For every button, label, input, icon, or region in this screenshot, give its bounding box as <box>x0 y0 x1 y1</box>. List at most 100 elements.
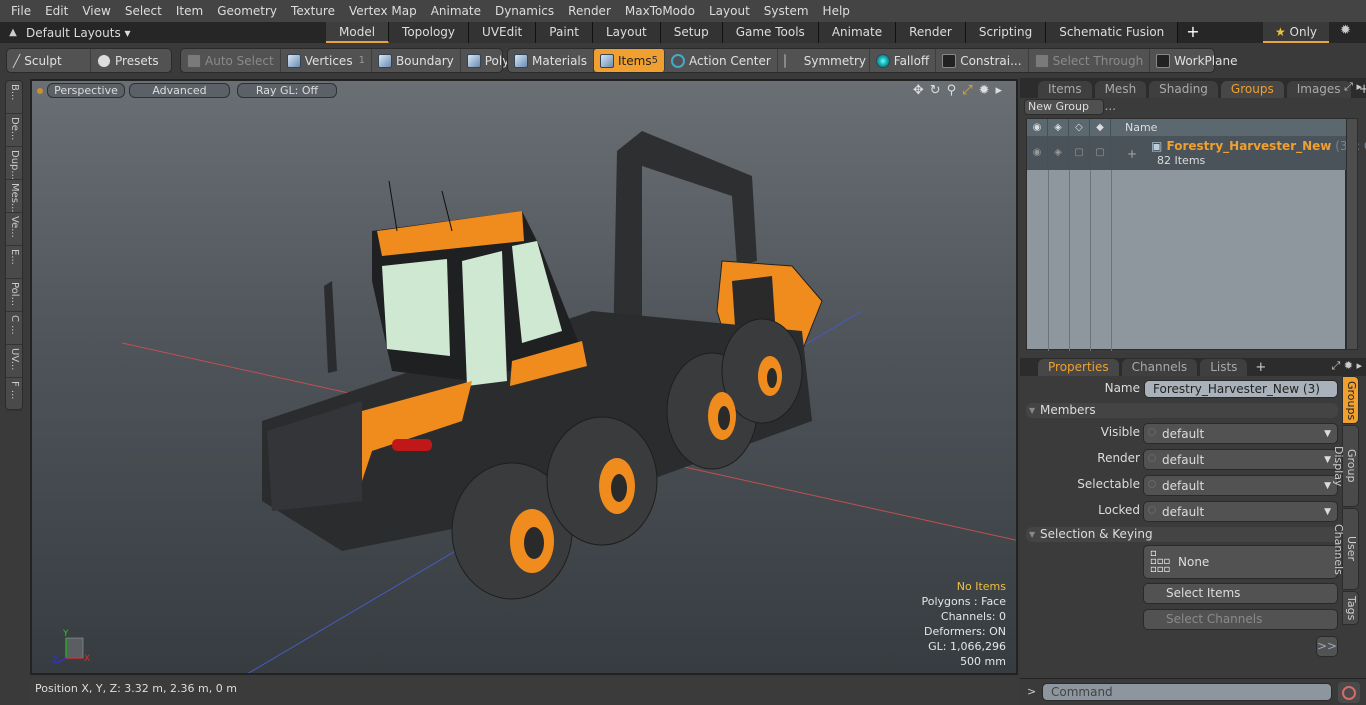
render-dropdown[interactable]: default ▼ <box>1143 449 1338 470</box>
strip-tab[interactable]: UV... <box>6 345 22 378</box>
move-view-icon[interactable]: ✥ <box>913 83 924 98</box>
3d-viewport[interactable]: -X Y X Z Perspective Advanced Ray GL: Of… <box>30 79 1018 675</box>
strip-tab[interactable]: Dup... <box>6 147 22 180</box>
rotate-view-icon[interactable]: ↻ <box>930 83 941 98</box>
default-layouts-dropdown[interactable]: Default Layouts ▾ <box>26 26 326 40</box>
row-visibility-icon[interactable]: ◉ <box>1027 136 1048 170</box>
sculpt-button[interactable]: ╱ Sculpt <box>7 49 91 72</box>
tab-setup[interactable]: Setup <box>660 22 723 43</box>
action-center-button[interactable]: Action Center <box>665 49 778 72</box>
menu-vertex-map[interactable]: Vertex Map <box>342 4 424 18</box>
tab-layout[interactable]: Layout <box>592 22 661 43</box>
presets-button[interactable]: Presets <box>91 49 165 72</box>
gear-icon[interactable]: ✹ <box>1340 23 1351 38</box>
panel-expand-icon[interactable]: ⤢ ▸ <box>1344 80 1362 94</box>
materials-button[interactable]: Materials <box>508 49 595 72</box>
maximize-icon[interactable]: ⤢ <box>962 83 972 98</box>
side-tab-groups[interactable]: Groups <box>1342 376 1359 424</box>
tab-paint[interactable]: Paint <box>536 22 593 43</box>
row-select-checkbox[interactable]: ▢ <box>1069 136 1090 170</box>
side-tab-user-channels[interactable]: User Channels <box>1332 508 1359 590</box>
add-properties-tab[interactable]: + <box>1250 359 1271 376</box>
viewport-gear-icon[interactable]: ✹ <box>979 83 990 98</box>
strip-tab[interactable]: B... <box>6 81 22 114</box>
row-lock-checkbox[interactable]: ▢ <box>1090 136 1111 170</box>
new-group-button[interactable]: New Group <box>1024 99 1104 115</box>
menu-item[interactable]: Item <box>169 4 210 18</box>
menu-view[interactable]: View <box>75 4 117 18</box>
lock-cube-icon[interactable]: ◆ <box>1090 119 1111 136</box>
select-through-button[interactable]: Select Through <box>1029 49 1151 72</box>
zoom-view-icon[interactable]: ⚲ <box>947 83 957 98</box>
tab-images[interactable]: Images <box>1286 81 1351 98</box>
select-channels-button[interactable]: Select Channels <box>1143 609 1338 630</box>
tab-channels[interactable]: Channels <box>1121 359 1198 376</box>
falloff-button[interactable]: Falloff <box>870 49 937 72</box>
selectable-dropdown[interactable]: default ▼ <box>1143 475 1338 496</box>
workplane-button[interactable]: WorkPlane <box>1150 49 1243 72</box>
tab-game-tools[interactable]: Game Tools <box>722 22 819 43</box>
group-row[interactable]: ◉ ◈ ▢ ▢ + ▣ Forestry_Harvester_New (3) :… <box>1027 136 1366 170</box>
selection-keying-section[interactable]: Selection & Keying <box>1026 527 1338 542</box>
menu-maxtomodo[interactable]: MaxToModo <box>618 4 702 18</box>
locked-dropdown[interactable]: default ▼ <box>1143 501 1338 522</box>
menu-edit[interactable]: Edit <box>38 4 75 18</box>
record-macro-icon[interactable] <box>1338 682 1360 703</box>
more-button[interactable]: >> <box>1316 636 1338 657</box>
strip-tab[interactable]: Pol... <box>6 279 22 312</box>
menu-system[interactable]: System <box>757 4 816 18</box>
strip-tab[interactable]: C ... <box>6 312 22 345</box>
tab-shading[interactable]: Shading <box>1149 81 1218 98</box>
none-button[interactable]: ▫ ▫▫▫ ▫▫▫ None <box>1143 545 1338 579</box>
add-tab-button[interactable]: + <box>1178 22 1207 43</box>
properties-gear-icon[interactable]: ⤢ ✹ ▸ <box>1331 359 1362 373</box>
side-tab-group-display[interactable]: Group Display <box>1332 425 1359 507</box>
select-items-button[interactable]: Select Items <box>1143 583 1338 604</box>
menu-geometry[interactable]: Geometry <box>210 4 284 18</box>
render-icon[interactable]: ◈ <box>1048 119 1069 136</box>
menu-dynamics[interactable]: Dynamics <box>488 4 561 18</box>
collapse-up-icon[interactable]: ▲ <box>0 27 26 38</box>
strip-tab[interactable]: Mes... <box>6 180 22 213</box>
menu-select[interactable]: Select <box>118 4 169 18</box>
raygl-dropdown[interactable]: Ray GL: Off <box>237 83 337 98</box>
menu-animate[interactable]: Animate <box>424 4 488 18</box>
menu-file[interactable]: File <box>4 4 38 18</box>
boundary-button[interactable]: Boundary <box>372 49 461 72</box>
groups-list-scrollbar[interactable] <box>1346 118 1358 350</box>
row-render-icon[interactable]: ◈ <box>1048 136 1069 170</box>
strip-tab[interactable]: F ... <box>6 378 22 411</box>
shading-dropdown[interactable]: Advanced <box>129 83 230 98</box>
menu-help[interactable]: Help <box>816 4 857 18</box>
menu-texture[interactable]: Texture <box>284 4 342 18</box>
expand-plus-icon[interactable]: + <box>1127 147 1137 161</box>
expand-arrow-icon[interactable]: ▸ <box>995 83 1002 98</box>
tab-groups[interactable]: Groups <box>1220 81 1284 98</box>
symmetry-button[interactable]: Symmetry <box>778 49 870 72</box>
strip-tab[interactable]: De... <box>6 114 22 147</box>
members-section[interactable]: Members <box>1026 403 1338 418</box>
name-field[interactable]: Forestry_Harvester_New (3) <box>1144 380 1338 398</box>
perspective-dropdown[interactable]: Perspective <box>47 83 125 98</box>
tab-scripting[interactable]: Scripting <box>965 22 1047 43</box>
side-tab-tags[interactable]: Tags <box>1342 591 1359 625</box>
visible-dropdown[interactable]: default ▼ <box>1143 423 1338 444</box>
tab-render[interactable]: Render <box>896 22 966 43</box>
auto-select-button[interactable]: Auto Select <box>181 49 281 72</box>
vertices-button[interactable]: Vertices 1 <box>281 49 372 72</box>
tab-properties[interactable]: Properties <box>1038 359 1119 376</box>
strip-tab[interactable]: E... <box>6 246 22 279</box>
tab-mesh[interactable]: Mesh ... <box>1094 81 1147 113</box>
tab-items[interactable]: Items <box>1038 81 1092 98</box>
select-cube-icon[interactable]: ◇ <box>1069 119 1090 136</box>
tab-uvedit[interactable]: UVEdit <box>469 22 537 43</box>
items-button[interactable]: Items 5 <box>594 49 665 72</box>
menu-render[interactable]: Render <box>561 4 618 18</box>
eye-icon[interactable]: ◉ <box>1027 119 1048 136</box>
name-column-header[interactable]: Name <box>1111 119 1157 136</box>
tab-schematic-fusion[interactable]: Schematic Fusion <box>1046 22 1179 43</box>
constraints-button[interactable]: Constrai... <box>936 49 1029 72</box>
tab-lists[interactable]: Lists <box>1200 359 1248 376</box>
command-input[interactable]: Command <box>1042 683 1332 701</box>
tab-model[interactable]: Model <box>326 22 390 43</box>
